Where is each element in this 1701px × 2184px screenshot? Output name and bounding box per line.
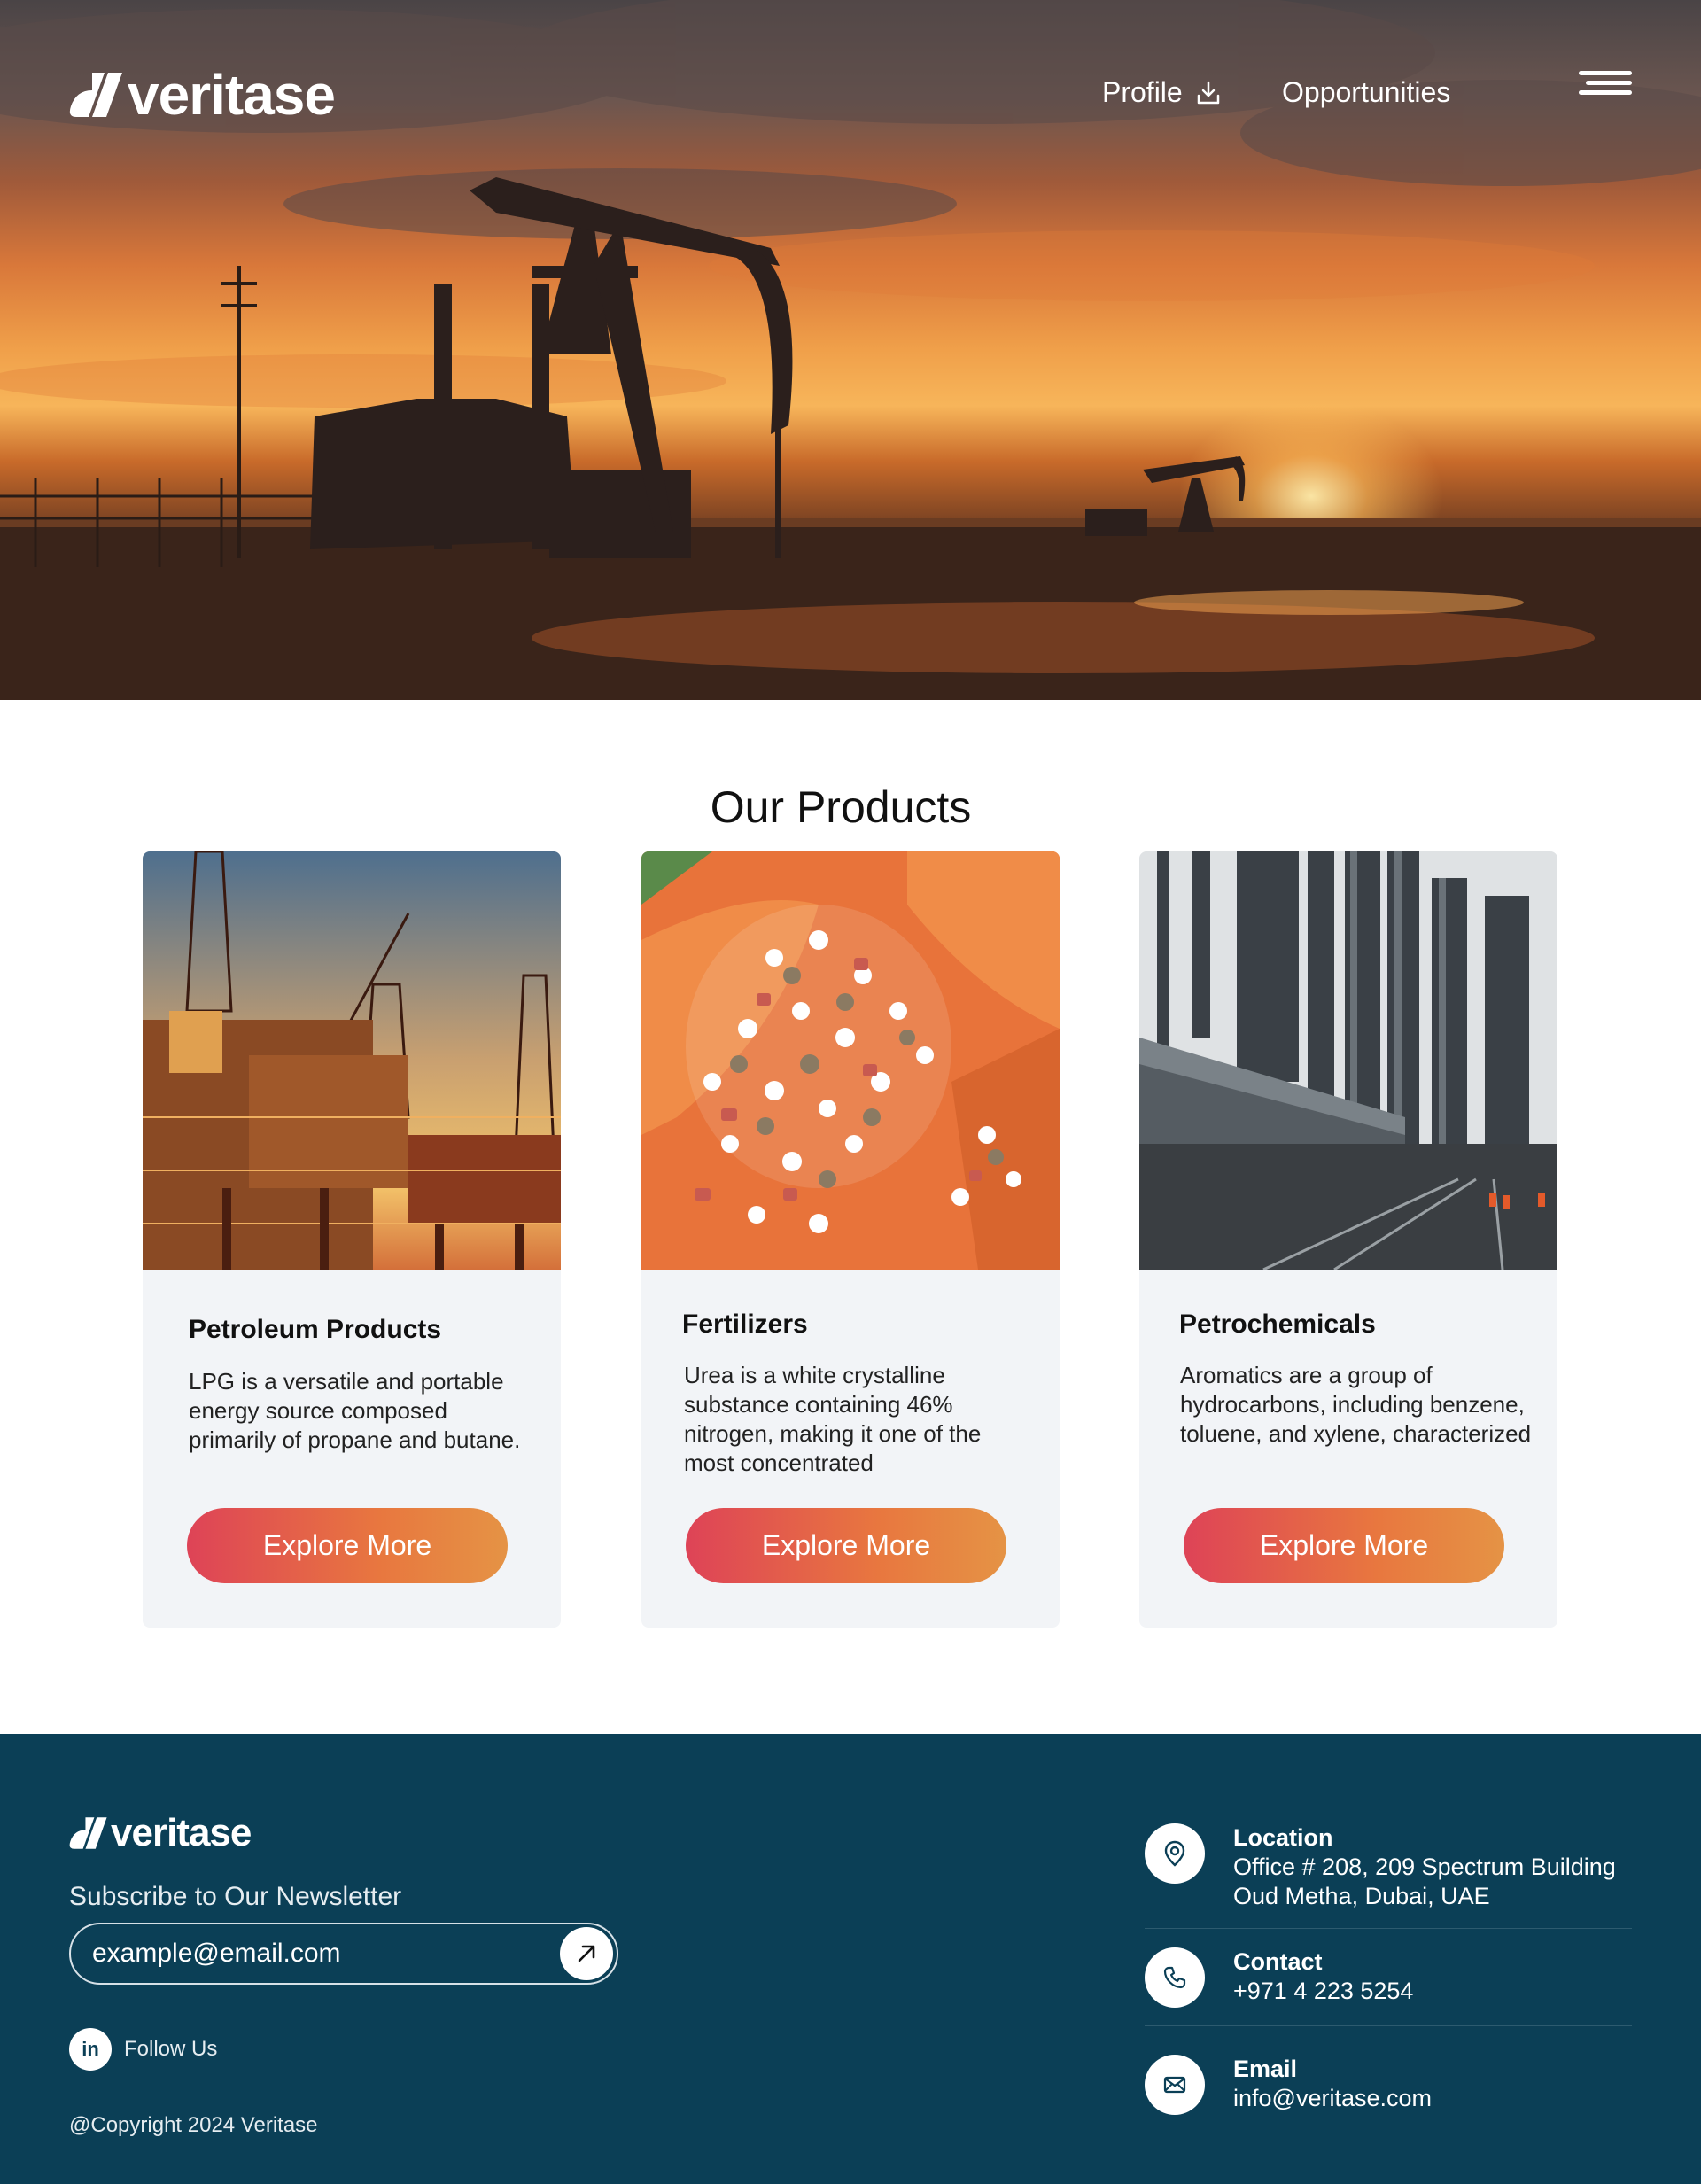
product-description: LPG is a versatile and portable energy s… [189, 1368, 521, 1453]
site-footer: veritase Subscribe to Our Newsletter in … [0, 1734, 1701, 2184]
product-image-petroleum [143, 851, 561, 1270]
divider [1145, 1928, 1632, 1929]
contact-title: Location [1233, 1824, 1333, 1851]
hamburger-menu-icon[interactable] [1579, 71, 1632, 97]
contact-title: Email [1233, 2056, 1298, 2082]
newsletter-form [69, 1923, 618, 1985]
product-description: Urea is a white crystalline substance co… [684, 1362, 982, 1476]
contact-line[interactable]: info@veritase.com [1233, 2084, 1432, 2113]
product-card-petroleum: Petroleum Products LPG is a versatile an… [143, 851, 561, 1628]
explore-more-button[interactable]: Explore More [686, 1508, 1006, 1583]
logo-mark-icon [69, 73, 122, 117]
logo-mark-icon [69, 1817, 107, 1849]
explore-more-button[interactable]: Explore More [1184, 1508, 1504, 1583]
profile-label: Profile [1102, 76, 1183, 108]
arrow-up-right-icon [578, 1945, 595, 1962]
phone-icon[interactable] [1145, 1947, 1205, 2008]
newsletter-label: Subscribe to Our Newsletter [69, 1882, 402, 1911]
newsletter-submit-button[interactable] [560, 1927, 613, 1980]
contact-line: Oud Metha, Dubai, UAE [1233, 1883, 1490, 1909]
download-icon [1197, 81, 1219, 104]
product-title: Petroleum Products [189, 1315, 442, 1344]
product-card-fertilizers: Fertilizers Urea is a white crystalline … [641, 851, 1060, 1628]
nav-opportunities[interactable]: Opportunities [1282, 76, 1450, 109]
hero-banner: veritase Profile Opportunities [0, 0, 1701, 700]
follow-label: Follow Us [124, 2037, 218, 2061]
copyright-text: @Copyright 2024 Veritase [69, 2113, 318, 2137]
products-section-title: Our Products [710, 781, 972, 832]
product-description: Aromatics are a group of hydrocarbons, i… [1180, 1362, 1532, 1447]
header-logo[interactable]: veritase [69, 63, 336, 127]
logo-text: veritase [111, 1811, 252, 1854]
mail-icon[interactable] [1145, 2055, 1205, 2115]
linkedin-icon: in [69, 2028, 112, 2071]
location-pin-icon [1145, 1823, 1205, 1884]
product-title: Petrochemicals [1179, 1310, 1376, 1339]
product-image-petrochemicals [1139, 851, 1557, 1270]
logo-text: veritase [128, 63, 336, 127]
contact-line: Office # 208, 209 Spectrum Building [1233, 1854, 1616, 1880]
contact-line[interactable]: +971 4 223 5254 [1233, 1977, 1413, 2006]
explore-more-button[interactable]: Explore More [187, 1508, 508, 1583]
footer-logo[interactable]: veritase [69, 1811, 252, 1854]
product-image-fertilizers [641, 851, 1060, 1270]
product-title: Fertilizers [682, 1310, 808, 1339]
profile-download-link[interactable]: Profile [1102, 76, 1222, 109]
linkedin-follow-link[interactable]: in Follow Us [69, 2028, 217, 2071]
product-card-petrochemicals: Petrochemicals Aromatics are a group of … [1139, 851, 1557, 1628]
newsletter-email-input[interactable] [71, 1924, 560, 1983]
contact-title: Contact [1233, 1948, 1323, 1975]
divider [1145, 2025, 1632, 2026]
